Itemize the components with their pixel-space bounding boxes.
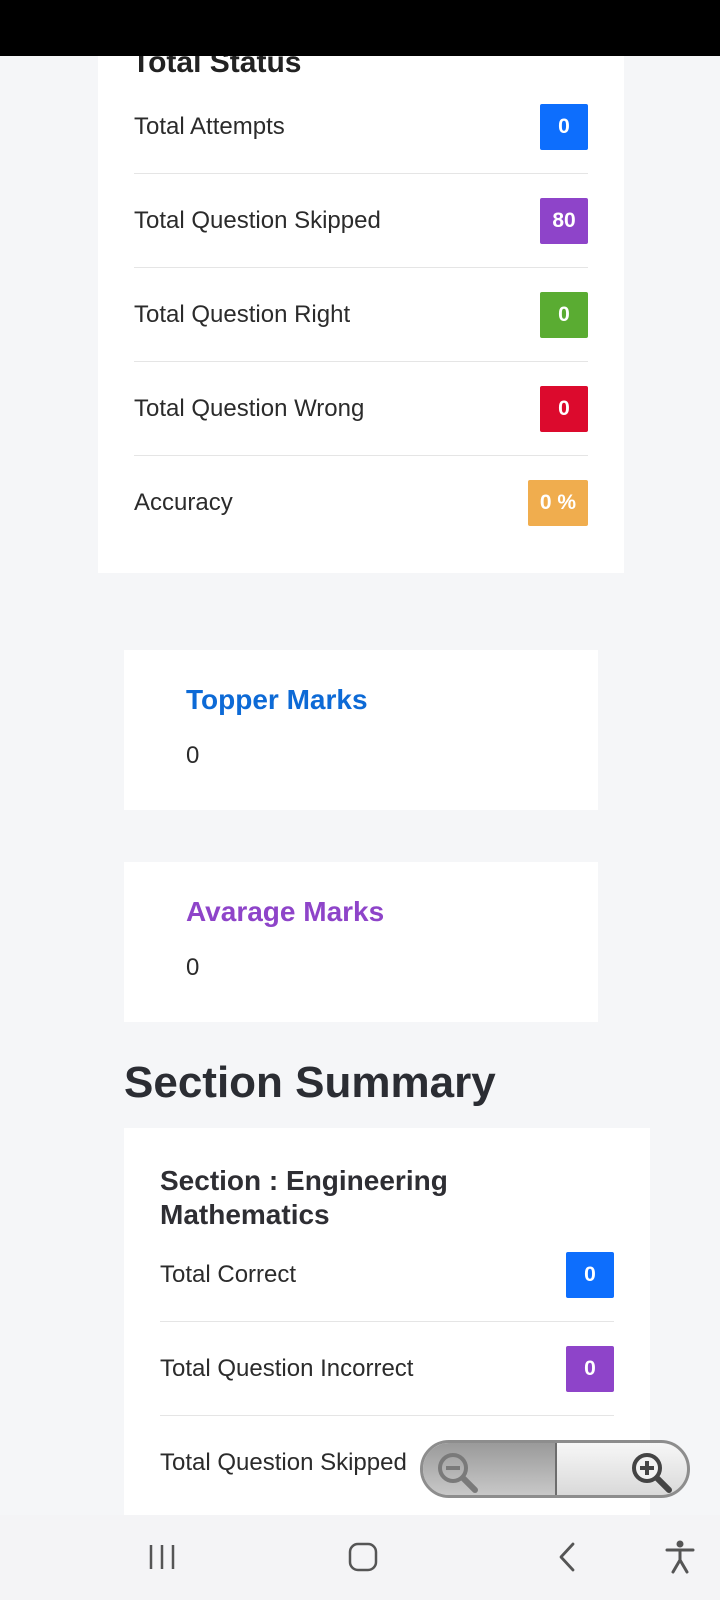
zoom-out-button[interactable] [423,1443,557,1495]
row-label: Total Question Incorrect [160,1354,414,1382]
row-total-attempts: Total Attempts 0 [134,80,588,174]
row-total-question-right: Total Question Right 0 [134,268,588,362]
status-bar [0,0,720,56]
home-button[interactable] [341,1537,385,1577]
accuracy-badge: 0 % [527,480,588,526]
section-name: Section : Engineering Mathematics [160,1165,448,1230]
zoom-out-icon [438,1453,478,1493]
row-total-question-incorrect: Total Question Incorrect 0 [160,1322,614,1416]
accessibility-button[interactable] [658,1537,702,1577]
back-icon [559,1542,575,1572]
topper-marks-card: Topper Marks 0 [124,650,598,810]
row-total-question-wrong: Total Question Wrong 0 [134,362,588,456]
row-total-correct: Total Correct 0 [160,1228,614,1322]
count-badge: 0 [566,1345,614,1392]
total-status-card: Total Status Total Attempts 0 Total Ques… [98,40,624,573]
topper-marks-title: Topper Marks [186,684,368,715]
section-summary-heading: Section Summary [124,1058,496,1107]
recents-icon [149,1545,175,1569]
row-accuracy: Accuracy 0 % [134,456,588,550]
row-label: Total Attempts [134,112,285,140]
row-label: Total Correct [160,1260,297,1288]
home-icon [348,1542,378,1572]
count-badge: 0 [540,291,588,338]
count-badge: 0 [566,1251,614,1298]
row-label: Total Question Skipped [134,206,381,234]
count-badge: 0 [540,385,588,432]
back-button[interactable] [545,1537,589,1577]
count-badge: 80 [540,197,588,244]
navigation-bar [0,1515,720,1600]
average-marks-value: 0 [186,954,200,981]
average-marks-title: Avarage Marks [186,896,385,927]
average-marks-card: Avarage Marks 0 [124,862,598,1022]
accessibility-icon [665,1540,695,1574]
count-badge: 0 [540,103,588,150]
row-label: Total Question Wrong [134,394,365,422]
zoom-in-button[interactable] [557,1443,687,1495]
page-content: Total Status Total Attempts 0 Total Ques… [0,0,720,1515]
recents-button[interactable] [140,1537,184,1577]
row-label: Total Question Right [134,300,351,328]
zoom-control [420,1440,690,1498]
row-total-question-skipped: Total Question Skipped 80 [134,174,588,268]
zoom-in-icon [632,1453,672,1493]
row-label: Accuracy [134,489,233,516]
row-label: Total Question Skipped [160,1449,407,1476]
topper-marks-value: 0 [186,742,200,769]
